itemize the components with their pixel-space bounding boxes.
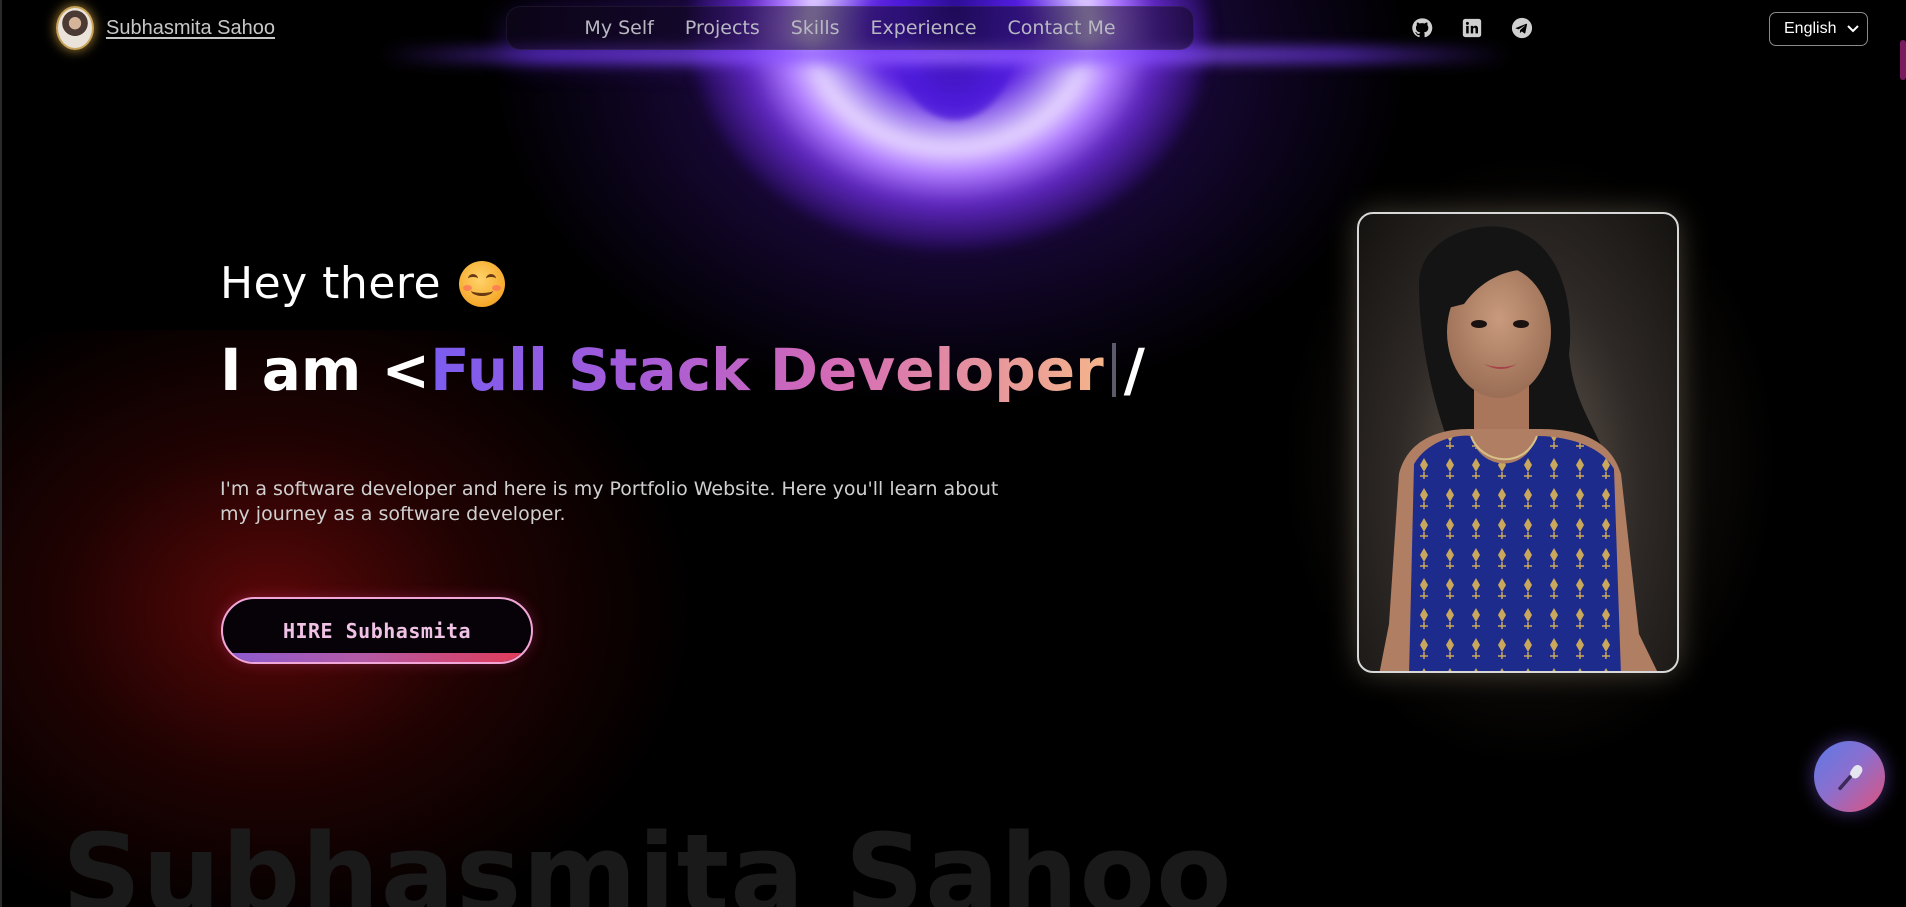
portrait-illustration xyxy=(1379,226,1658,671)
social-links xyxy=(1411,17,1533,39)
smiling-face-emoji-icon xyxy=(459,260,506,307)
github-icon[interactable] xyxy=(1411,17,1433,39)
brand[interactable]: Subhasmita Sahoo xyxy=(56,6,275,50)
microphone-icon xyxy=(1837,764,1862,790)
hire-button[interactable]: HIRE Subhasmita xyxy=(221,597,533,664)
nav-item-projects[interactable]: Projects xyxy=(685,17,760,39)
page: Subhasmita Sahoo My Self Projects Skills… xyxy=(0,0,1906,907)
language-select[interactable]: English xyxy=(1769,12,1868,46)
linkedin-icon[interactable] xyxy=(1461,17,1483,39)
nav-item-experience[interactable]: Experience xyxy=(871,17,977,39)
role-suffix: / xyxy=(1123,336,1145,404)
left-border xyxy=(0,0,2,907)
typing-caret xyxy=(1111,343,1116,397)
chevron-down-icon xyxy=(1847,25,1859,33)
voice-assistant-button[interactable] xyxy=(1814,741,1885,812)
nav-item-contact-me[interactable]: Contact Me xyxy=(1008,17,1116,39)
avatar xyxy=(56,6,94,50)
background-name-watermark: Subhasmita Sahoo xyxy=(62,810,1233,907)
intro-text: I'm a software developer and here is my … xyxy=(220,478,999,525)
role-title: Full Stack Developer xyxy=(430,336,1104,404)
telegram-icon[interactable] xyxy=(1511,17,1533,39)
scrollbar-accent xyxy=(1900,40,1906,80)
main-nav: My Self Projects Skills Experience Conta… xyxy=(506,6,1194,50)
greeting: Hey there xyxy=(220,258,506,309)
role-prefix: I am < xyxy=(220,336,431,404)
nav-item-my-self[interactable]: My Self xyxy=(584,17,653,39)
language-selected: English xyxy=(1784,20,1837,37)
greeting-text: Hey there xyxy=(220,258,442,309)
brand-name-link[interactable]: Subhasmita Sahoo xyxy=(106,17,275,40)
hire-button-label: HIRE Subhasmita xyxy=(282,618,472,643)
nav-item-skills[interactable]: Skills xyxy=(791,17,840,39)
profile-photo xyxy=(1357,212,1679,673)
role-heading: I am < Full Stack Developer / xyxy=(220,336,1145,404)
